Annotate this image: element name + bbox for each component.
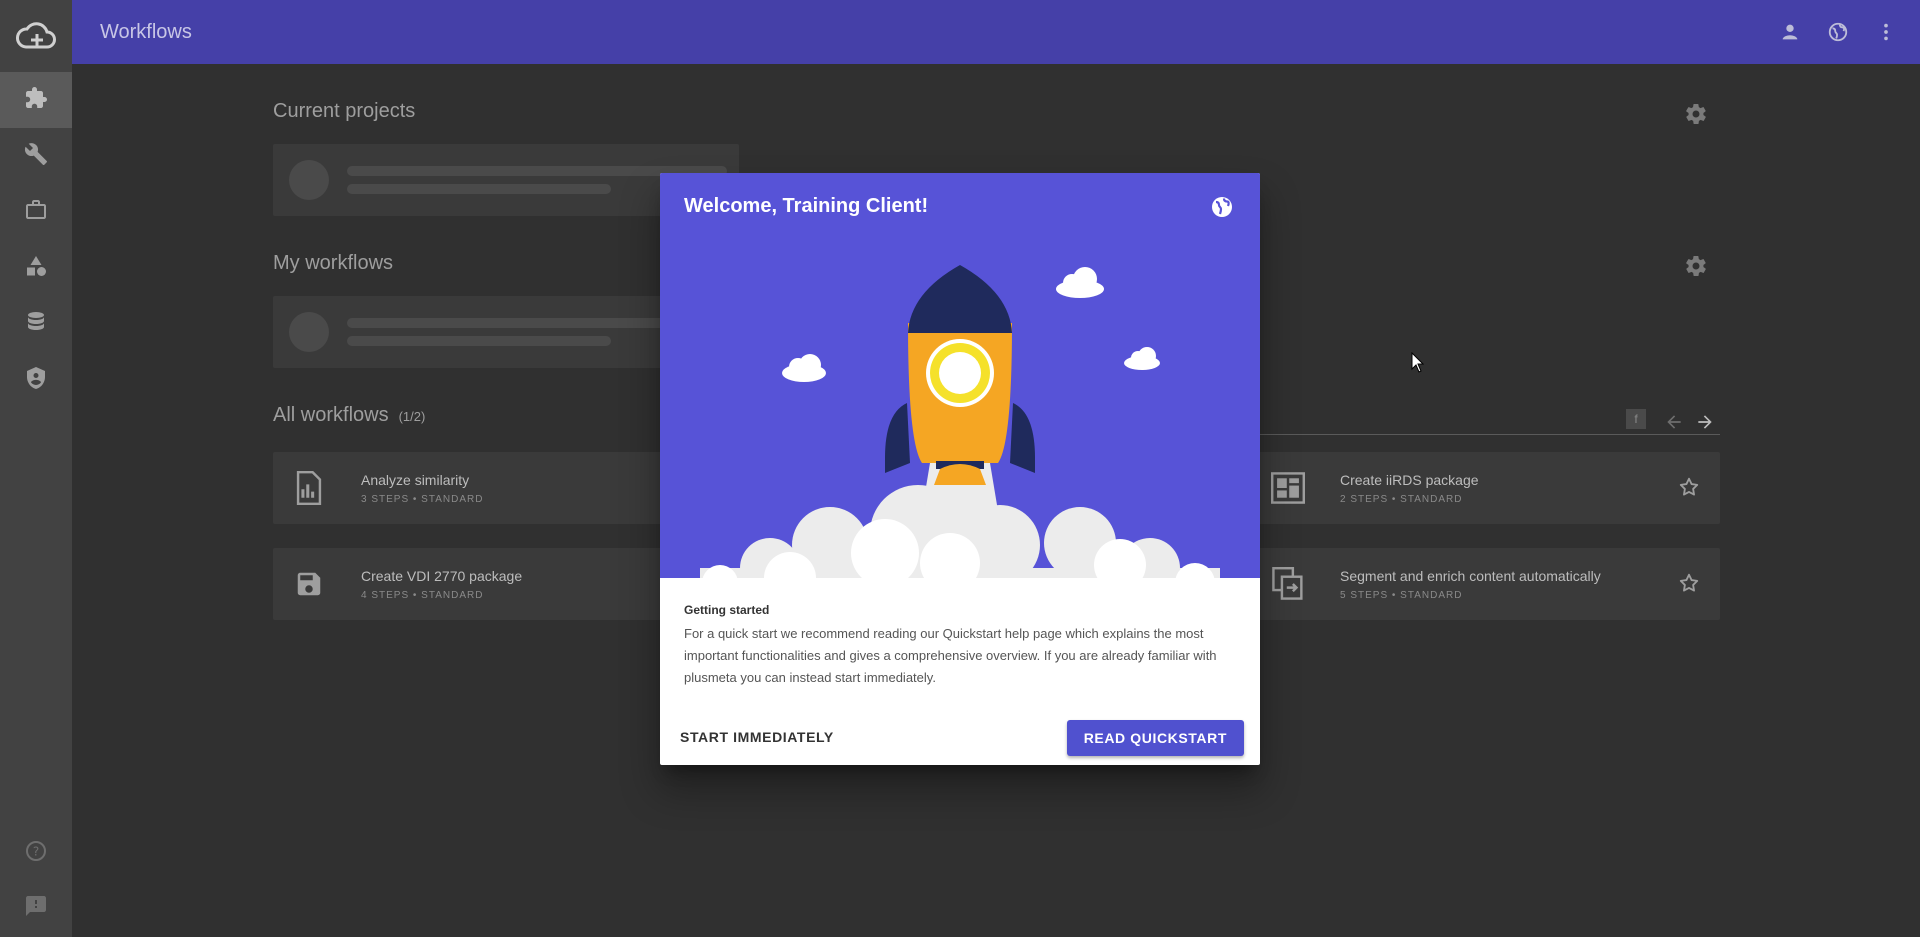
next-page-arrow-icon[interactable]: [1693, 410, 1717, 434]
nav-help[interactable]: ?: [0, 825, 72, 881]
feedback-icon: [24, 894, 48, 923]
workflow-meta: 4 STEPS • STANDARD: [361, 590, 484, 601]
dashboard-document-icon: [1270, 470, 1306, 506]
nav-security[interactable]: [0, 352, 72, 408]
workflow-meta: 5 STEPS • STANDARD: [1340, 590, 1463, 601]
page-title: Workflows: [100, 20, 192, 43]
workflow-meta: 3 STEPS • STANDARD: [361, 494, 484, 505]
puzzle-icon: [24, 86, 48, 115]
language-globe-icon[interactable]: [1814, 8, 1862, 56]
briefcase-icon: [24, 198, 48, 227]
workflow-name: Create iiRDS package: [1340, 472, 1479, 488]
start-immediately-button[interactable]: START IMMEDIATELY: [670, 719, 844, 755]
all-workflows-page-count: (1/2): [398, 409, 426, 424]
nav-workflows[interactable]: [0, 72, 72, 128]
chart-document-icon: [291, 470, 327, 506]
dialog-subtitle: Getting started: [684, 603, 770, 617]
welcome-dialog: Welcome, Training Client! Getting starte…: [660, 173, 1260, 765]
dialog-description: For a quick start we recommend reading o…: [684, 626, 1217, 685]
star-favorite-icon[interactable]: [1678, 476, 1702, 500]
nav-tools[interactable]: [0, 128, 72, 184]
nav-projects[interactable]: [0, 184, 72, 240]
sidebar: ?: [0, 0, 72, 937]
workflow-meta: 2 STEPS • STANDARD: [1340, 494, 1463, 505]
more-vert-icon[interactable]: [1862, 8, 1910, 56]
mouse-cursor-icon: [1411, 352, 1425, 373]
my-workflows-heading: My workflows: [273, 252, 394, 274]
copy-export-icon: [1270, 566, 1306, 602]
save-icon: [291, 566, 327, 602]
star-favorite-icon[interactable]: [1678, 572, 1702, 596]
shapes-icon: [24, 254, 48, 283]
rocket-launch-illustration: [660, 265, 1260, 585]
workflow-name: Create VDI 2770 package: [361, 568, 523, 584]
previous-page-arrow-icon[interactable]: [1662, 410, 1686, 434]
workflow-card[interactable]: Segment and enrich content automatically…: [1252, 548, 1720, 620]
workflow-card[interactable]: Create iiRDS package 2 STEPS • STANDARD: [1252, 452, 1720, 524]
workflows-settings-gear-icon[interactable]: [1684, 254, 1708, 278]
workflow-name: Segment and enrich content automatically: [1340, 568, 1601, 584]
nav-shapes[interactable]: [0, 240, 72, 296]
nav-database[interactable]: [0, 296, 72, 352]
filter-input-underline[interactable]: [1252, 434, 1720, 435]
all-workflows-heading: All workflows (1/2): [273, 404, 426, 426]
projects-settings-gear-icon[interactable]: [1684, 102, 1708, 126]
nav-feedback[interactable]: [0, 880, 72, 936]
top-app-bar: Workflows: [72, 0, 1920, 64]
read-quickstart-button[interactable]: READ QUICKSTART: [1066, 720, 1244, 756]
filter-shortcut-key: f: [1626, 409, 1646, 429]
svg-text:?: ?: [33, 844, 39, 858]
dialog-hero-illustration: Welcome, Training Client!: [660, 173, 1260, 585]
workflow-name: Analyze similarity: [361, 472, 470, 488]
account-icon[interactable]: [1766, 8, 1814, 56]
database-icon: [24, 310, 48, 339]
shield-icon: [24, 366, 48, 395]
cloud-add-logo-icon[interactable]: [15, 17, 57, 55]
help-icon: ?: [24, 839, 48, 868]
wrench-icon: [24, 142, 48, 171]
current-projects-heading: Current projects: [273, 100, 416, 122]
